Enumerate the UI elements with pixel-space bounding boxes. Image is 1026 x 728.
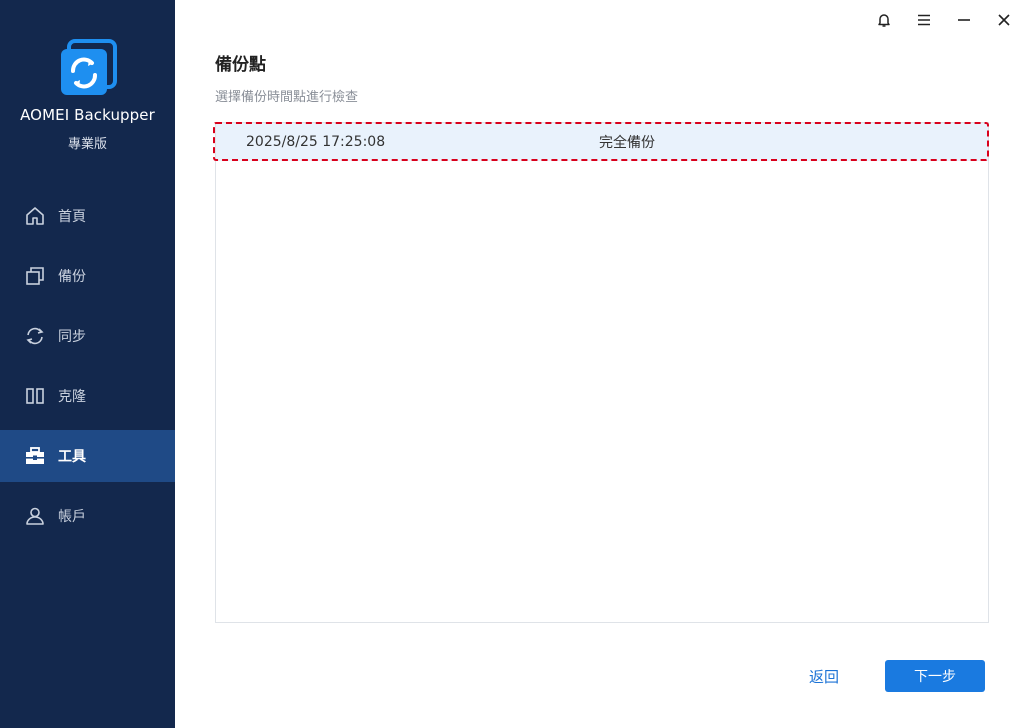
menu-icon[interactable]	[911, 8, 937, 32]
app-name: AOMEI Backupper	[20, 106, 155, 124]
page-title: 備份點	[215, 55, 266, 75]
home-icon	[24, 205, 46, 227]
sidebar-item-label: 工具	[58, 449, 86, 465]
sidebar: AOMEI Backupper 專業版 首頁 備份 同步 克隆 工具 帳戶	[0, 0, 175, 728]
sidebar-item-backup[interactable]: 備份	[0, 250, 175, 302]
sidebar-item-clone[interactable]: 克隆	[0, 370, 175, 422]
minimize-icon[interactable]	[951, 8, 977, 32]
toolbox-icon	[24, 445, 46, 467]
sync-icon	[24, 325, 46, 347]
sidebar-item-tools[interactable]: 工具	[0, 430, 175, 482]
backup-type: 完全備份	[599, 135, 655, 151]
page-subtitle: 選擇備份時間點進行檢查	[215, 90, 359, 105]
next-button[interactable]: 下一步	[885, 660, 985, 692]
app-logo-icon	[59, 39, 117, 97]
sidebar-nav: 首頁 備份 同步 克隆 工具 帳戶	[0, 190, 175, 550]
sidebar-item-account[interactable]: 帳戶	[0, 490, 175, 542]
sidebar-item-label: 備份	[58, 269, 86, 285]
sidebar-item-label: 帳戶	[58, 509, 86, 525]
app-edition: 專業版	[67, 137, 107, 152]
sidebar-item-label: 首頁	[58, 209, 86, 225]
sidebar-item-label: 克隆	[58, 389, 86, 405]
back-button[interactable]: 返回	[809, 666, 839, 687]
close-icon[interactable]	[991, 8, 1017, 32]
backup-time: 2025/8/25 17:25:08	[246, 134, 386, 150]
clone-icon	[24, 385, 46, 407]
user-icon	[24, 505, 46, 527]
backup-icon	[24, 265, 46, 287]
bell-icon[interactable]	[871, 8, 897, 32]
backup-point-list: 2025/8/25 17:25:08 完全備份	[215, 122, 989, 623]
main-panel: 備份點 選擇備份時間點進行檢查 2025/8/25 17:25:08 完全備份 …	[175, 0, 1026, 728]
sidebar-item-sync[interactable]: 同步	[0, 310, 175, 362]
sidebar-item-home[interactable]: 首頁	[0, 190, 175, 242]
table-row[interactable]: 2025/8/25 17:25:08 完全備份	[216, 123, 988, 161]
sidebar-item-label: 同步	[58, 329, 86, 345]
